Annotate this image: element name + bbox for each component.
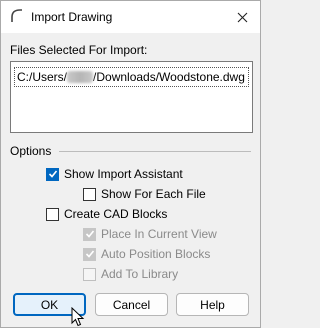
file-path-suffix: /Downloads/Woodstone.dwg [93,70,245,84]
help-button[interactable]: Help [176,293,249,316]
show-for-each-file-label: Show For Each File [101,187,206,201]
checkmark-icon [85,230,94,238]
close-icon [237,12,247,22]
redacted-username [67,71,94,83]
place-in-current-view-label: Place In Current View [101,227,217,241]
show-for-each-file-checkbox[interactable] [83,187,96,201]
place-in-current-view-checkbox[interactable] [83,227,96,241]
create-cad-blocks-checkbox[interactable] [46,207,59,221]
files-selected-label: Files Selected For Import: [10,43,148,57]
create-cad-blocks-label: Create CAD Blocks [64,207,168,221]
add-to-library-label: Add To Library [101,267,179,281]
options-divider [59,151,251,152]
auto-position-blocks-label: Auto Position Blocks [101,247,211,261]
window-title: Import Drawing [31,10,113,24]
import-drawing-dialog: Import Drawing Files Selected For Import… [0,0,261,328]
show-import-assistant-option[interactable]: Show Import Assistant [46,166,183,182]
cancel-button[interactable]: Cancel [95,293,168,316]
auto-position-blocks-checkbox[interactable] [83,247,96,261]
file-list-item[interactable]: C:/Users/ /Downloads/Woodstone.dwg [14,67,249,87]
files-list[interactable]: C:/Users/ /Downloads/Woodstone.dwg [10,61,253,133]
close-button[interactable] [230,5,254,29]
arc-icon [11,9,22,22]
create-cad-blocks-option[interactable]: Create CAD Blocks [46,206,167,222]
checkmark-icon [85,250,94,258]
title-bar: Import Drawing [1,1,260,33]
checkmark-icon [48,170,57,178]
show-for-each-file-option[interactable]: Show For Each File [83,186,206,202]
options-group-label: Options [10,144,52,158]
show-import-assistant-label: Show Import Assistant [64,167,183,181]
file-path-prefix: C:/Users/ [17,70,68,84]
show-import-assistant-checkbox[interactable] [46,167,59,181]
place-in-current-view-option[interactable]: Place In Current View [83,226,217,242]
auto-position-blocks-option[interactable]: Auto Position Blocks [83,246,210,262]
mouse-pointer-icon [71,307,85,327]
add-to-library-option[interactable]: Add To Library [83,266,178,282]
add-to-library-checkbox[interactable] [83,267,96,281]
